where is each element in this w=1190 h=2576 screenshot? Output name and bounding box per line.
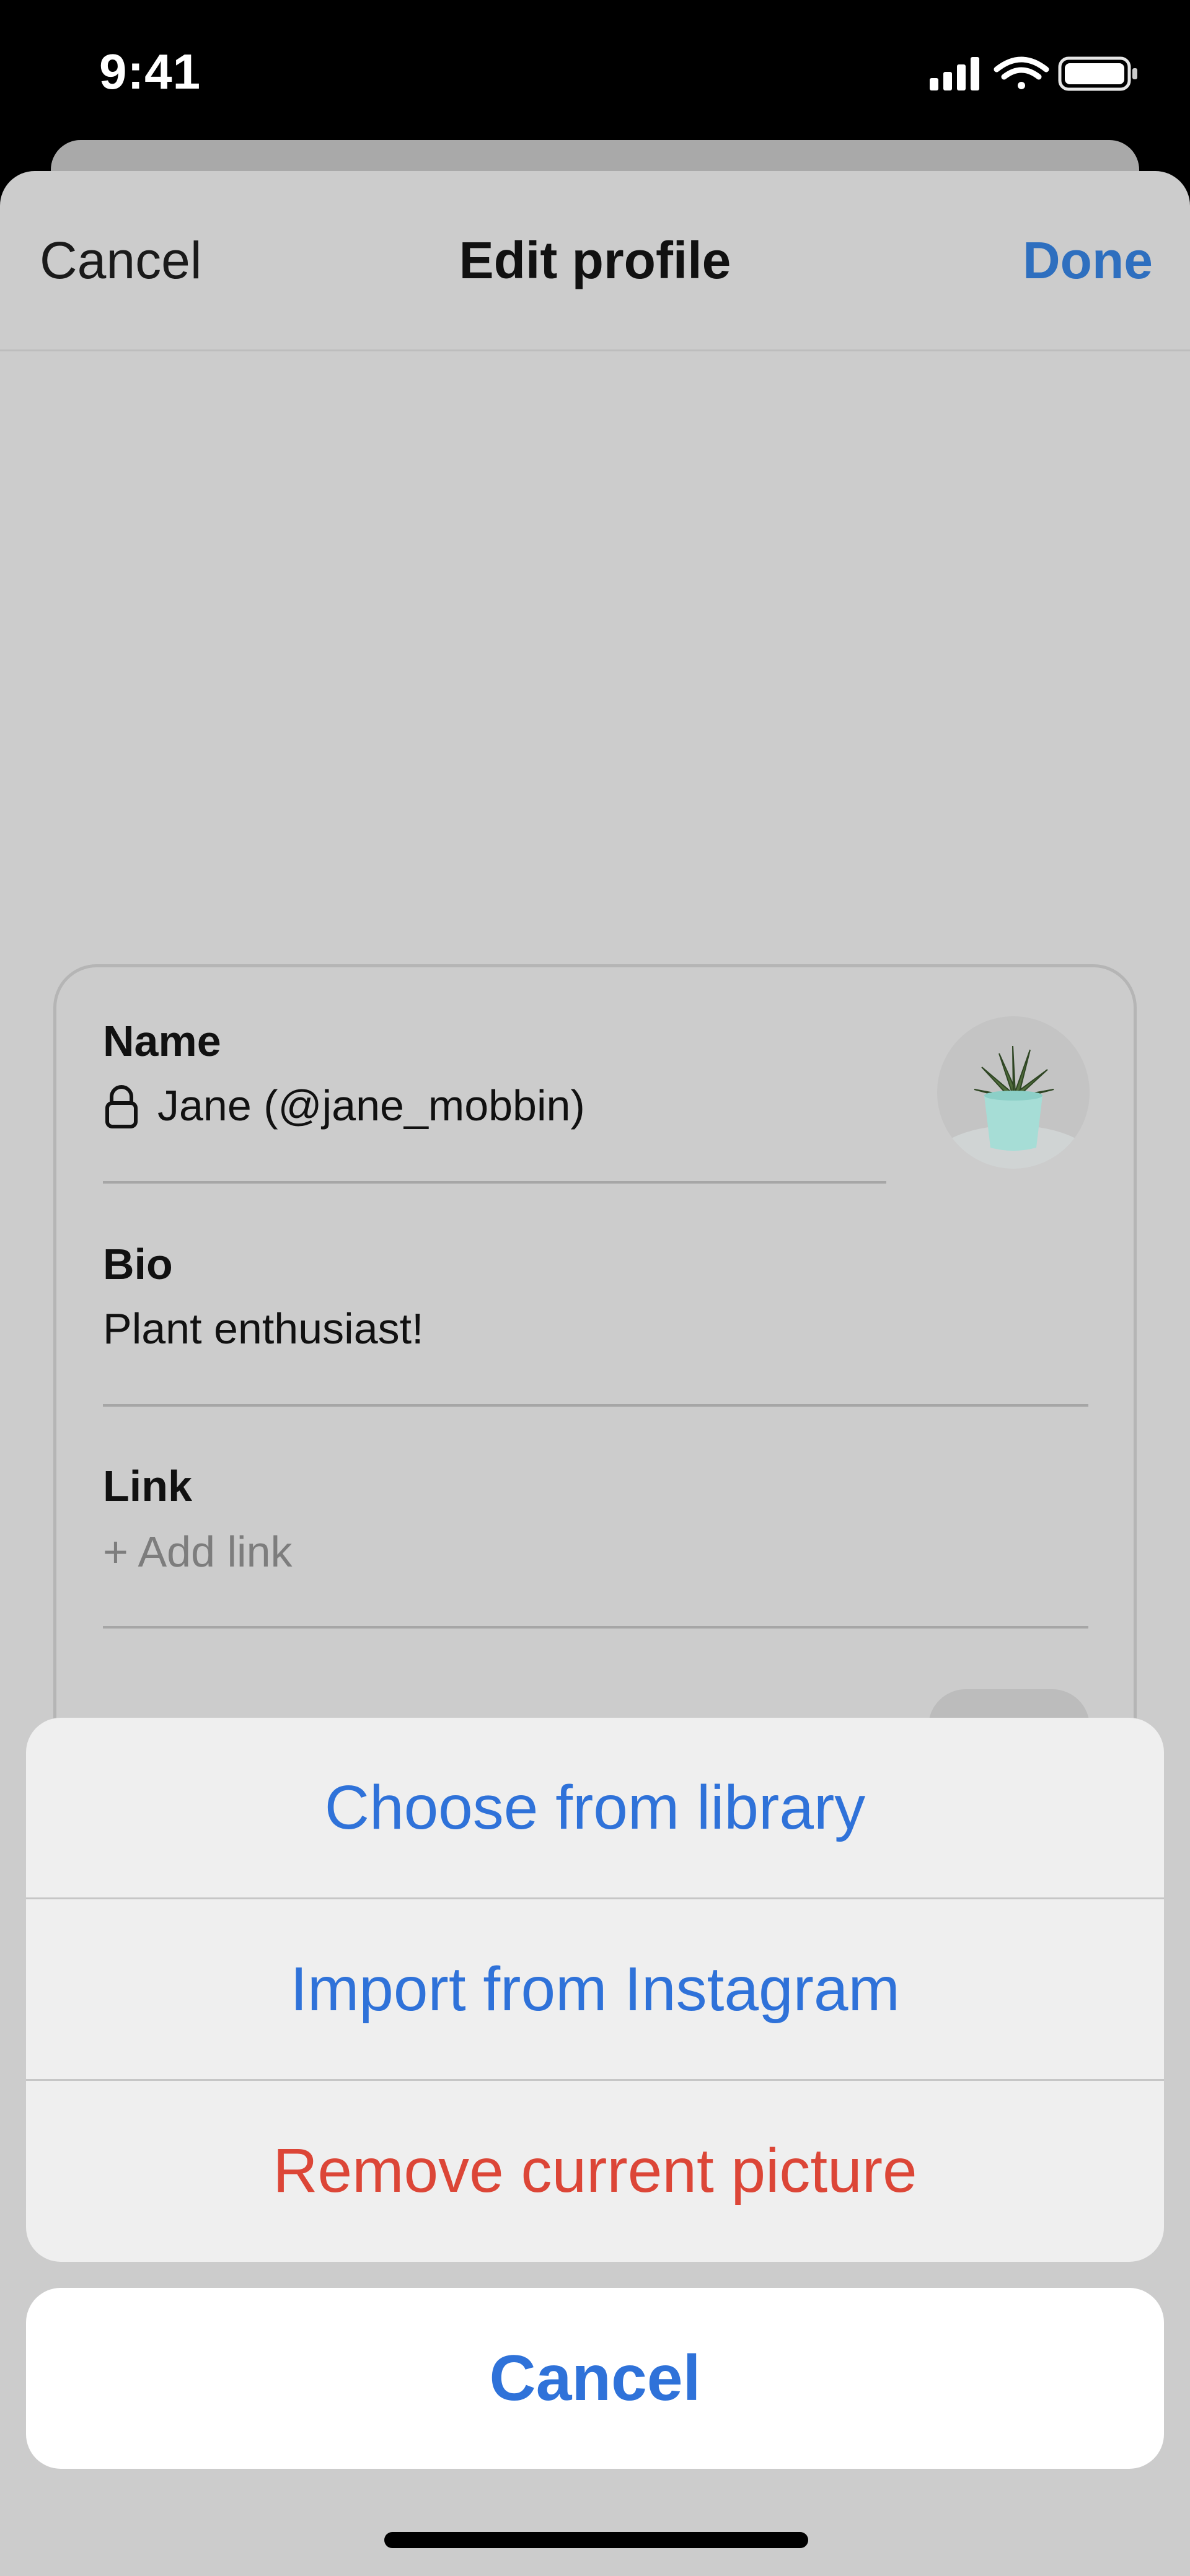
avatar[interactable] — [937, 1016, 1090, 1169]
status-icons — [930, 55, 1140, 92]
bio-value[interactable]: Plant enthusiast! — [103, 1304, 424, 1353]
battery-icon — [1058, 56, 1137, 91]
bio-label: Bio — [103, 1240, 173, 1288]
remove-current-picture-button[interactable]: Remove current picture — [26, 2081, 1164, 2261]
link-label: Link — [103, 1462, 192, 1510]
wifi-icon — [994, 56, 1049, 89]
name-label: Name — [103, 1017, 221, 1065]
home-indicator[interactable] — [384, 2532, 808, 2548]
status-time: 9:41 — [99, 44, 201, 99]
navigation-bar: Cancel Edit profile Done — [0, 171, 1190, 351]
lock-icon — [104, 1084, 139, 1132]
import-from-instagram-button[interactable]: Import from Instagram — [26, 1899, 1164, 2079]
status-bar: 9:41 — [0, 0, 1190, 143]
name-value[interactable]: Jane (@jane_mobbin) — [157, 1081, 585, 1130]
nav-divider — [0, 349, 1190, 351]
plant-pot-image — [937, 1045, 1090, 1169]
bio-divider — [103, 1404, 1088, 1407]
link-divider — [103, 1626, 1088, 1629]
page-title: Edit profile — [459, 231, 731, 289]
name-divider — [103, 1181, 886, 1184]
done-button[interactable]: Done — [1023, 231, 1153, 291]
choose-from-library-button[interactable]: Choose from library — [26, 1718, 1164, 1897]
signal-icon — [930, 57, 979, 90]
action-sheet: Choose from library Import from Instagra… — [26, 1718, 1164, 2262]
action-sheet-cancel-button[interactable]: Cancel — [26, 2288, 1164, 2469]
add-link-field[interactable]: + Add link — [103, 1527, 293, 1576]
